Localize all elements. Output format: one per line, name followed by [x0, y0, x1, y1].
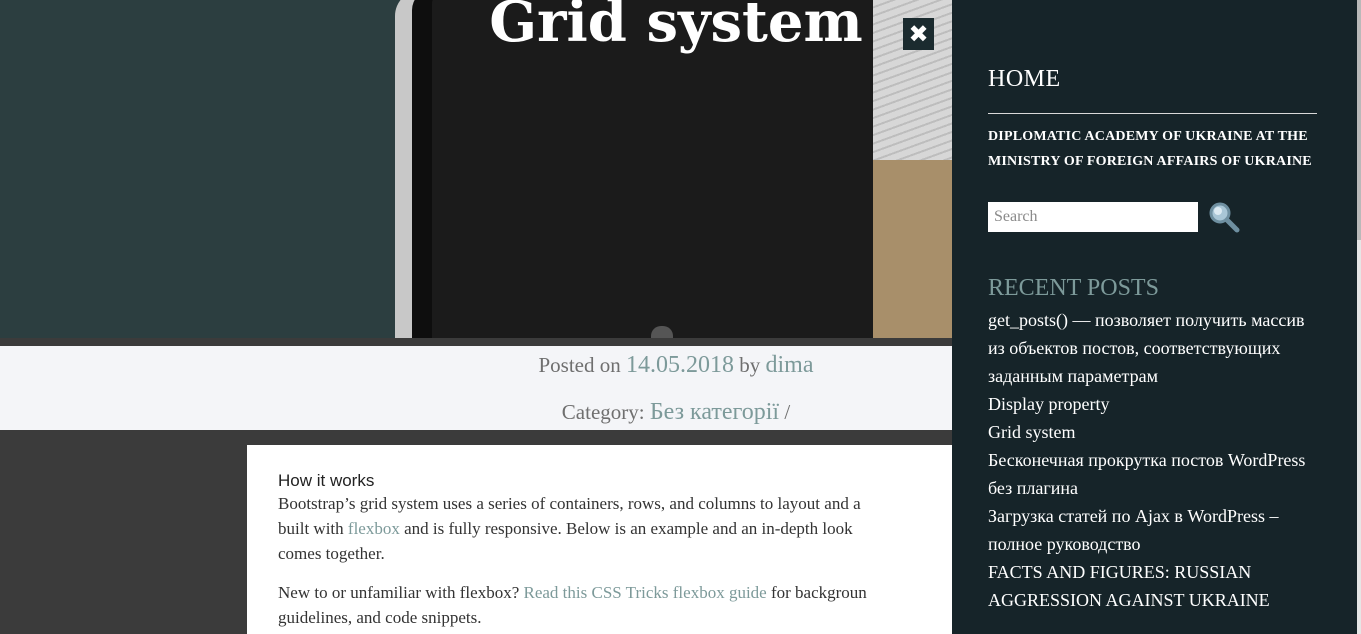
search-icon[interactable]: [1207, 200, 1241, 234]
post-content: How it works Bootstrap’s grid system use…: [247, 445, 952, 634]
recent-post-link[interactable]: get_posts() — позволяет получить массив …: [988, 310, 1305, 386]
post-date-link[interactable]: 14.05.2018: [626, 352, 734, 378]
recent-post-link[interactable]: FACTS AND FIGURES: RUSSIAN AGGRESSION AG…: [988, 562, 1270, 610]
sidebar-divider: [988, 113, 1317, 114]
recent-post-link[interactable]: Display property: [988, 394, 1109, 414]
recent-posts-list: get_posts() — позволяет получить массив …: [988, 306, 1318, 614]
recent-post-item[interactable]: FACTS AND FIGURES: RUSSIAN AGGRESSION AG…: [988, 558, 1318, 614]
recent-post-item[interactable]: Загрузка статей по Ajax в WordPress – по…: [988, 502, 1318, 558]
paragraph-2-text-3: guidelines, and code snippets.: [278, 608, 482, 627]
css-tricks-link[interactable]: Read this CSS Tricks flexbox guide: [524, 583, 767, 602]
scrollbar-thumb[interactable]: [1357, 0, 1361, 240]
recent-post-item[interactable]: Display property: [988, 390, 1318, 418]
paragraph-2-text: New to or unfamiliar with flexbox?: [278, 583, 524, 602]
category-separator: /: [784, 400, 791, 424]
recent-post-link[interactable]: Grid system: [988, 422, 1076, 442]
paragraph-1-text-3: and is fully responsive. Below is an exa…: [399, 519, 853, 538]
hero-banner: Grid system ✖: [0, 0, 952, 338]
recent-post-link[interactable]: Бесконечная прокрутка постов WordPress б…: [988, 450, 1305, 498]
close-icon: ✖: [908, 20, 929, 48]
hero-box: [873, 160, 952, 338]
paragraph-2: New to or unfamiliar with flexbox? Read …: [278, 580, 952, 630]
posted-on-label: Posted on: [538, 353, 621, 377]
category-label: Category:: [561, 400, 645, 424]
category-link[interactable]: Без категорії: [650, 399, 779, 425]
recent-post-item[interactable]: Бесконечная прокрутка постов WordPress б…: [988, 446, 1318, 502]
close-menu-button[interactable]: ✖: [903, 18, 934, 50]
recent-posts-title: RECENT POSTS: [988, 275, 1159, 301]
paragraph-1-text: Bootstrap’s grid system uses a series of…: [278, 494, 861, 513]
post-meta-bar: Posted on 14.05.2018 by dima Category: Б…: [0, 346, 952, 430]
imac-stand: [651, 326, 673, 338]
by-label: by: [739, 353, 761, 377]
section-heading: How it works: [278, 471, 375, 490]
recent-post-item[interactable]: get_posts() — позволяет получить массив …: [988, 306, 1318, 390]
paragraph-1-text-2: built with: [278, 519, 348, 538]
paragraph-2-text-2: for backgroun: [766, 583, 867, 602]
site-description: DIPLOMATIC ACADEMY OF UKRAINE AT THE MIN…: [988, 129, 1312, 169]
post-title: Grid system: [489, 0, 863, 55]
recent-post-item[interactable]: Grid system: [988, 418, 1318, 446]
recent-post-link[interactable]: Загрузка статей по Ajax в WordPress – по…: [988, 506, 1278, 554]
author-link[interactable]: dima: [766, 352, 814, 378]
flexbox-link[interactable]: flexbox: [348, 519, 400, 538]
paragraph-1-text-4: comes together.: [278, 544, 385, 563]
home-link[interactable]: HOME: [988, 66, 1061, 93]
paragraph-1: Bootstrap’s grid system uses a series of…: [278, 491, 952, 566]
search-input[interactable]: [988, 202, 1198, 232]
